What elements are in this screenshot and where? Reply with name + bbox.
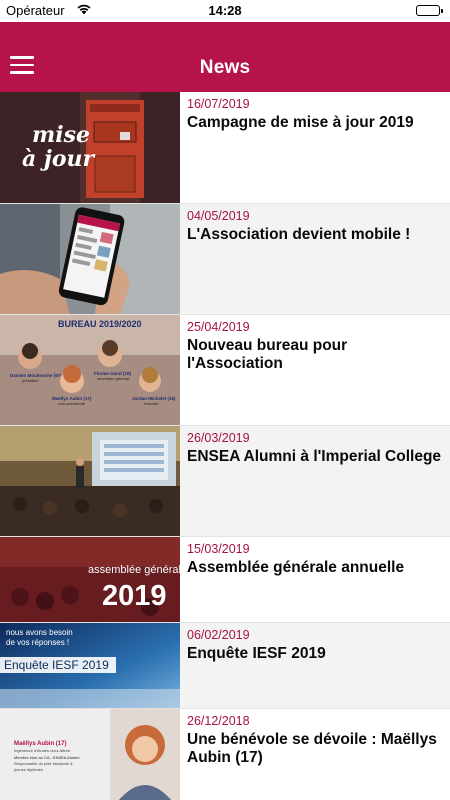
news-thumbnail — [0, 204, 180, 314]
news-item[interactable]: assemblée générale 2019 15/03/2019 Assem… — [0, 537, 450, 623]
news-thumbnail: assemblée générale 2019 — [0, 537, 180, 622]
news-item[interactable]: BUREAU 2019/2020 Damien Moulmoche (97) p… — [0, 315, 450, 426]
page-title: News — [199, 57, 251, 78]
news-thumbnail: Maëllys Aubin (17) Ingénieure d'études c… — [0, 709, 180, 800]
news-title: ENSEA Alumni à l'Imperial College — [187, 448, 442, 465]
thumb-text-enquete: Enquête IESF 2019 — [4, 658, 109, 672]
news-item[interactable]: mise à jour 16/07/2019 Campagne de mise … — [0, 92, 450, 204]
news-thumbnail: mise à jour — [0, 92, 180, 203]
thumb-text-besoin-2: de vos réponses ! — [6, 638, 69, 647]
news-title: L'Association devient mobile ! — [187, 226, 411, 243]
news-item[interactable]: nous avons besoin de vos réponses ! Enqu… — [0, 623, 450, 709]
news-title: Assemblée générale annuelle — [187, 559, 405, 576]
thumb-text-role-3: vice-présidente — [58, 401, 86, 406]
news-date: 26/12/2018 — [187, 714, 250, 728]
thumb-text-pole: Responsable du pôle étudiants & — [14, 761, 73, 766]
thumb-text-role-2: secrétaire général — [97, 376, 129, 381]
news-item[interactable]: Maëllys Aubin (17) Ingénieure d'études c… — [0, 709, 450, 800]
thumb-text-ag: assemblée générale — [88, 564, 180, 576]
thumb-text-ca: Membre élue au CA - ENSEA Alumni — [14, 755, 79, 760]
battery-icon — [416, 5, 443, 16]
news-date: 26/03/2019 — [187, 431, 250, 445]
thumb-text-besoin-1: nous avons besoin — [6, 628, 73, 637]
news-date: 15/03/2019 — [187, 542, 250, 556]
news-thumbnail: BUREAU 2019/2020 Damien Moulmoche (97) p… — [0, 315, 180, 425]
thumb-text-job: Ingénieure d'études chez Altran — [14, 748, 70, 753]
news-date: 04/05/2019 — [187, 209, 250, 223]
thumb-text-mise: mise — [32, 122, 90, 148]
news-item[interactable]: 04/05/2019 L'Association devient mobile … — [0, 204, 450, 315]
news-date: 25/04/2019 — [187, 320, 250, 334]
thumb-text-2019: 2019 — [102, 580, 167, 612]
news-title: Nouveau bureau pour l'Association — [187, 337, 348, 372]
thumb-text-bureau: BUREAU 2019/2020 — [58, 319, 142, 329]
clock: 14:28 — [208, 3, 242, 18]
news-date: 06/02/2019 — [187, 628, 250, 642]
news-title: Enquête IESF 2019 — [187, 645, 326, 662]
news-title: Une bénévole se dévoile : Maëllys Aubin … — [187, 731, 437, 766]
news-thumbnail: nous avons besoin de vos réponses ! Enqu… — [0, 623, 180, 708]
thumb-text-role-1: président — [22, 378, 39, 383]
nav-bar: News — [0, 22, 450, 92]
status-bar: Opérateur 14:28 — [0, 0, 450, 22]
news-list[interactable]: mise à jour 16/07/2019 Campagne de mise … — [0, 92, 450, 800]
news-thumbnail — [0, 426, 180, 536]
thumb-text-role-4: trésorier — [144, 401, 159, 406]
thumb-text-name: Maëllys Aubin (17) — [14, 741, 66, 747]
news-date: 16/07/2019 — [187, 97, 250, 111]
thumb-text-jeunes: jeunes diplômés — [13, 767, 43, 772]
news-item[interactable]: 26/03/2019 ENSEA Alumni à l'Imperial Col… — [0, 426, 450, 537]
news-title: Campagne de mise à jour 2019 — [187, 114, 414, 131]
thumb-text-a-jour: à jour — [22, 146, 96, 172]
